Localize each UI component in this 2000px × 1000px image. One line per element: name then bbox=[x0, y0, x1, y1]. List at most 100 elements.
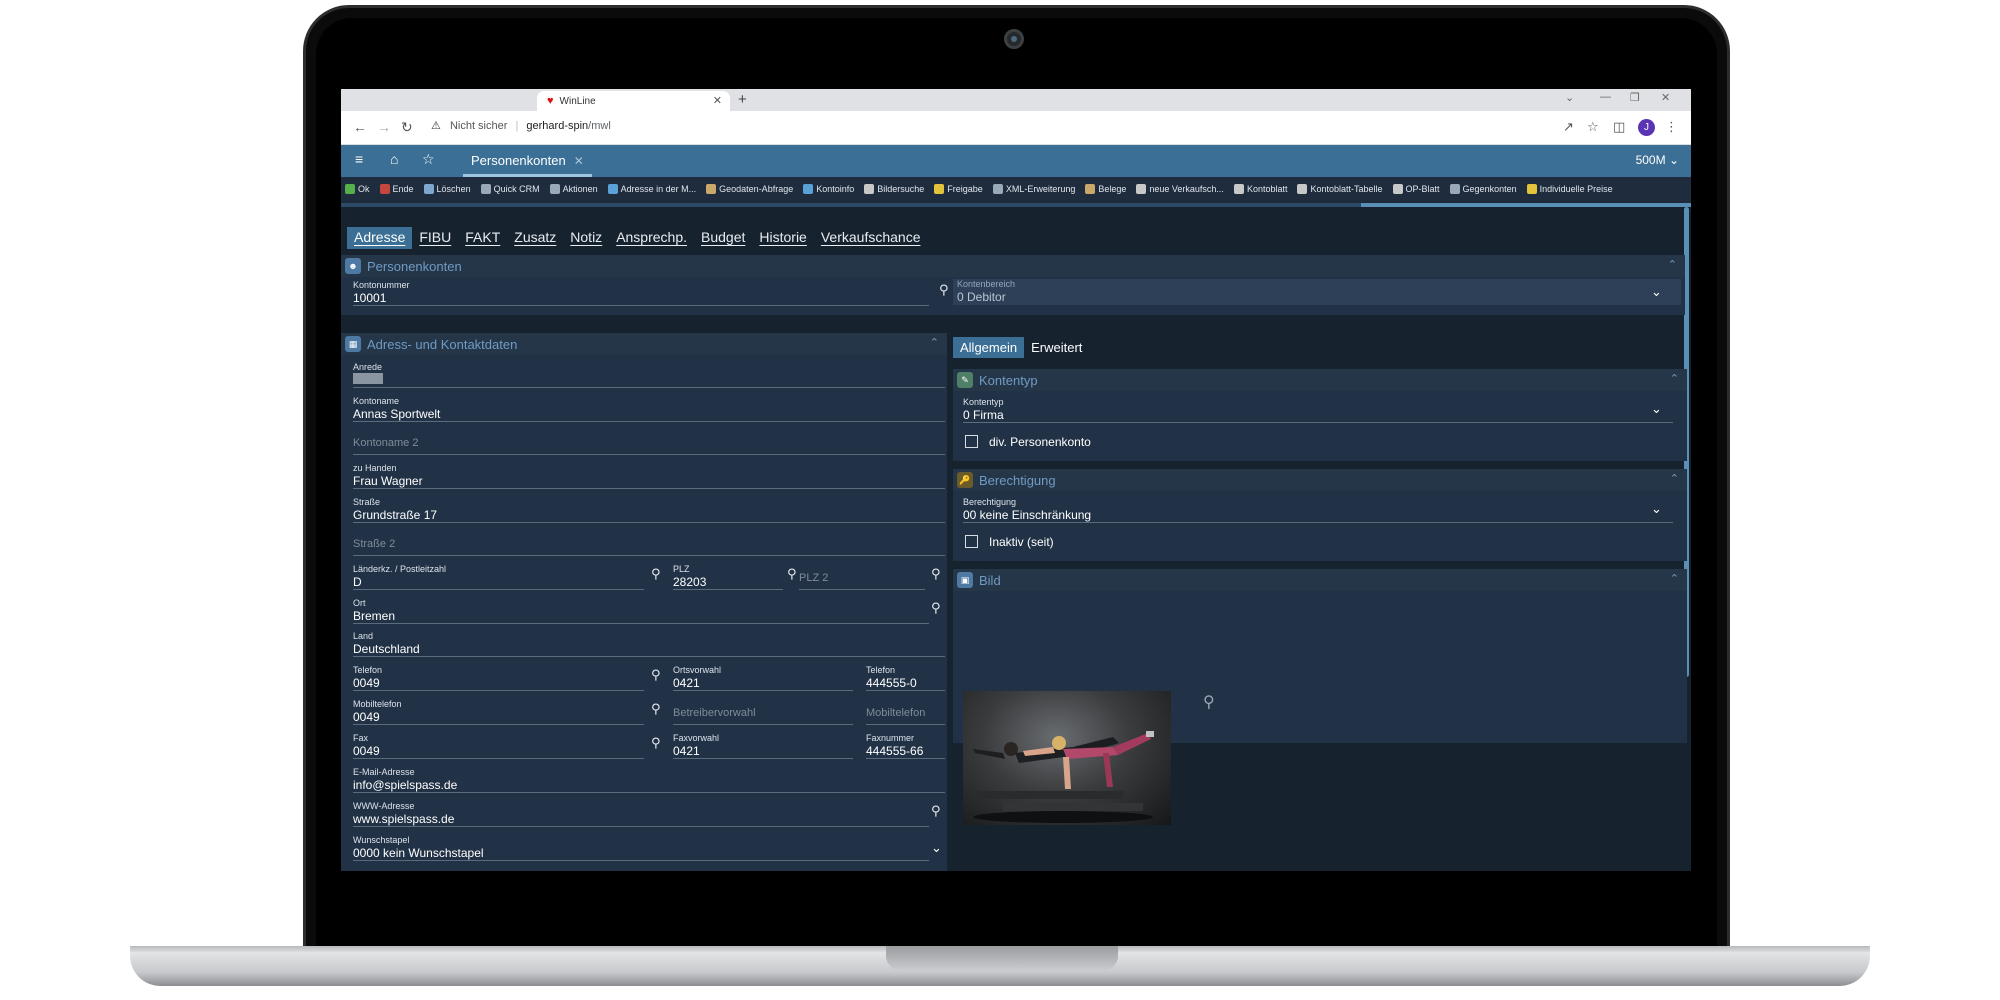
laenderkz-field[interactable]: Länderkz. / Postleitzahl D bbox=[353, 564, 644, 590]
plz2-search-icon[interactable]: ⚲ bbox=[931, 566, 941, 582]
tab-fakt[interactable]: FAKT bbox=[458, 227, 507, 249]
toolbar-item-16[interactable]: Gegenkonten bbox=[1449, 184, 1517, 194]
strasse2-field[interactable]: Straße 2 bbox=[353, 530, 945, 556]
land-field[interactable]: Land Deutschland bbox=[353, 631, 945, 657]
www-search-icon[interactable]: ⚲ bbox=[931, 803, 941, 819]
ort-field[interactable]: Ort Bremen bbox=[353, 598, 929, 624]
toolbar-item-11[interactable]: Belege bbox=[1085, 184, 1126, 194]
new-tab-icon[interactable]: + bbox=[738, 91, 747, 108]
toolbar-item-1[interactable]: Ende bbox=[379, 184, 414, 194]
wunschstapel-dropdown-icon[interactable]: ⌄ bbox=[931, 840, 942, 856]
mobil-search-icon[interactable]: ⚲ bbox=[651, 701, 661, 717]
tab-verkaufschance[interactable]: Verkaufschance bbox=[814, 227, 928, 249]
share-icon[interactable]: ↗ bbox=[1563, 119, 1574, 135]
fax-search-icon[interactable]: ⚲ bbox=[651, 735, 661, 751]
toolbar-item-6[interactable]: Geodaten-Abfrage bbox=[706, 184, 793, 194]
tab-fibu[interactable]: FIBU bbox=[412, 227, 458, 249]
section-berechtigung-header[interactable]: 🔑 Berechtigung ⌃ bbox=[953, 469, 1687, 491]
toolbar-item-13[interactable]: Kontoblatt bbox=[1233, 184, 1287, 194]
plz2-field[interactable]: PLZ 2 bbox=[799, 564, 925, 590]
minimize-icon[interactable]: — bbox=[1600, 91, 1611, 103]
section-adresse-header[interactable]: ▦ Adress- und Kontaktdaten ⌃ bbox=[341, 333, 947, 355]
telefon-field[interactable]: Telefon 0049 bbox=[353, 665, 644, 691]
section-personenkonten-header[interactable]: ☻ Personenkonten ⌃ bbox=[341, 255, 1685, 277]
telefon-search-icon[interactable]: ⚲ bbox=[651, 667, 661, 683]
toolbar-item-15[interactable]: OP-Blatt bbox=[1392, 184, 1440, 194]
tab-allgemein[interactable]: Allgemein bbox=[953, 337, 1025, 358]
kontonummer-search-icon[interactable]: ⚲ bbox=[939, 282, 949, 298]
anrede-field[interactable]: Anrede Firma bbox=[353, 362, 945, 388]
kontenbereich-field[interactable]: Kontenbereich 0 Debitor bbox=[953, 279, 1681, 305]
hamburger-icon[interactable]: ≡ bbox=[355, 151, 363, 167]
tab-erweitert[interactable]: Erweitert bbox=[1024, 337, 1089, 358]
customer-photo[interactable] bbox=[963, 691, 1171, 825]
toolbar-item-5[interactable]: Adresse in der M... bbox=[607, 184, 696, 194]
telefon2-field[interactable]: Telefon 444555-0 bbox=[866, 665, 945, 691]
kontoname2-field[interactable]: Kontoname 2 bbox=[353, 429, 945, 455]
berechtigung-dropdown-icon[interactable]: ⌄ bbox=[1651, 501, 1662, 517]
tab-notiz[interactable]: Notiz bbox=[563, 227, 609, 249]
mobil-field[interactable]: Mobiltelefon 0049 bbox=[353, 699, 644, 725]
tab-zusatz[interactable]: Zusatz bbox=[507, 227, 563, 249]
kontenbereich-dropdown-icon[interactable]: ⌄ bbox=[1651, 284, 1662, 300]
close-window-icon[interactable]: ✕ bbox=[1661, 91, 1670, 104]
plz-field[interactable]: PLZ 28203 bbox=[673, 564, 783, 590]
collapse-kontentyp-icon[interactable]: ⌃ bbox=[1670, 372, 1679, 385]
section-kontentyp-header[interactable]: ✎ Kontentyp ⌃ bbox=[953, 369, 1687, 391]
toolbar-item-9[interactable]: Freigabe bbox=[934, 184, 983, 194]
betreiber-field[interactable]: Betreibervorwahl bbox=[673, 699, 853, 725]
tab-search-icon[interactable]: ⌄ bbox=[1565, 91, 1574, 104]
close-tab-icon[interactable]: ✕ bbox=[713, 94, 722, 107]
favorite-star-icon[interactable]: ☆ bbox=[422, 151, 435, 168]
avatar[interactable]: J bbox=[1638, 119, 1655, 136]
section-bild-header[interactable]: ▣ Bild ⌃ bbox=[953, 569, 1687, 591]
kontoname-field[interactable]: Kontoname Annas Sportwelt bbox=[353, 396, 945, 422]
star-icon[interactable]: ☆ bbox=[1587, 119, 1599, 135]
inaktiv-checkbox[interactable] bbox=[965, 535, 978, 548]
kontonummer-field[interactable]: Kontonummer 10001 bbox=[353, 280, 929, 306]
url-field[interactable]: ⚠ Nicht sicher | gerhard-spin/mwl bbox=[431, 119, 611, 132]
tab-ansprechp[interactable]: Ansprechp. bbox=[609, 227, 694, 249]
wunschstapel-field[interactable]: Wunschstapel 0000 kein Wunschstapel bbox=[353, 835, 929, 861]
toolbar-item-14[interactable]: Kontoblatt-Tabelle bbox=[1297, 184, 1383, 194]
back-icon[interactable]: ← bbox=[353, 119, 367, 135]
email-field[interactable]: E-Mail-Adresse info@spielspass.de bbox=[353, 767, 945, 793]
faxnummer-field[interactable]: Faxnummer 444555-66 bbox=[866, 733, 945, 759]
toolbar-item-12[interactable]: neue Verkaufsch... bbox=[1136, 184, 1224, 194]
laenderkz-search-icon[interactable]: ⚲ bbox=[651, 566, 661, 582]
maximize-icon[interactable]: ❐ bbox=[1630, 91, 1640, 104]
forward-icon[interactable]: → bbox=[377, 119, 391, 135]
toolbar-item-4[interactable]: Aktionen bbox=[549, 184, 598, 194]
ort-search-icon[interactable]: ⚲ bbox=[931, 600, 941, 616]
toolbar-item-8[interactable]: Bildersuche bbox=[864, 184, 924, 194]
plz-search-icon[interactable]: ⚲ bbox=[787, 566, 797, 582]
toolbar-item-3[interactable]: Quick CRM bbox=[480, 184, 540, 194]
div-personenkonto-checkbox[interactable] bbox=[965, 435, 978, 448]
kontentyp-field[interactable]: Kontentyp 0 Firma bbox=[963, 397, 1673, 423]
collapse-bild-icon[interactable]: ⌃ bbox=[1670, 572, 1679, 585]
berechtigung-field[interactable]: Berechtigung 00 keine Einschränkung bbox=[963, 497, 1673, 523]
toolbar-item-2[interactable]: Löschen bbox=[423, 184, 471, 194]
toolbar-item-7[interactable]: Kontoinfo bbox=[803, 184, 854, 194]
close-app-tab-icon[interactable]: ✕ bbox=[574, 154, 584, 168]
mobil2-field[interactable]: Mobiltelefon bbox=[866, 699, 945, 725]
toolbar-item-17[interactable]: Individuelle Preise bbox=[1526, 184, 1613, 194]
toolbar-item-10[interactable]: XML-Erweiterung bbox=[992, 184, 1075, 194]
strasse-field[interactable]: Straße Grundstraße 17 bbox=[353, 497, 945, 523]
collapse-icon[interactable]: ⌃ bbox=[1668, 258, 1677, 271]
browser-tab[interactable]: ♥ WinLine ✕ bbox=[537, 91, 730, 111]
reload-icon[interactable]: ↻ bbox=[401, 119, 413, 136]
zoom-in-icon[interactable]: ⚲ bbox=[1203, 692, 1215, 712]
faxvorwahl-field[interactable]: Faxvorwahl 0421 bbox=[673, 733, 853, 759]
home-icon[interactable]: ⌂ bbox=[390, 151, 398, 167]
zuhanden-field[interactable]: zu Handen Frau Wagner bbox=[353, 463, 945, 489]
collapse-adresse-icon[interactable]: ⌃ bbox=[930, 336, 939, 349]
kebab-menu-icon[interactable]: ⋮ bbox=[1665, 119, 1678, 135]
fax-field[interactable]: Fax 0049 bbox=[353, 733, 644, 759]
tab-historie[interactable]: Historie bbox=[752, 227, 813, 249]
collapse-berechtigung-icon[interactable]: ⌃ bbox=[1670, 472, 1679, 485]
toolbar-item-0[interactable]: Ok bbox=[345, 184, 370, 194]
kontentyp-dropdown-icon[interactable]: ⌄ bbox=[1651, 401, 1662, 417]
sidepanel-icon[interactable]: ◫ bbox=[1613, 119, 1625, 135]
tab-adresse[interactable]: Adresse bbox=[347, 227, 413, 249]
